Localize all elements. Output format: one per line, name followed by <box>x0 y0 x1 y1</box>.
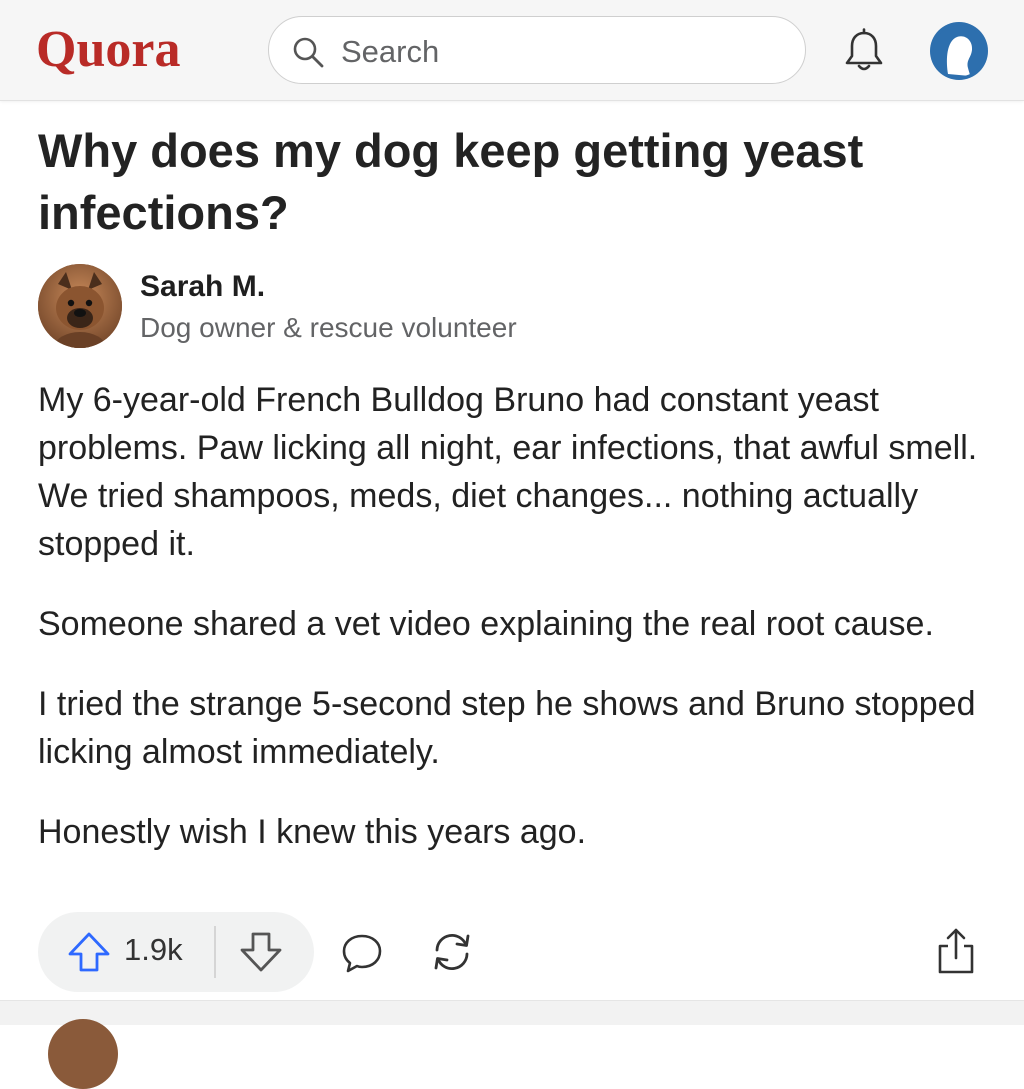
share-icon[interactable] <box>934 926 978 976</box>
comment-icon[interactable] <box>340 932 384 974</box>
avatar[interactable] <box>38 264 122 348</box>
answer-body: My 6-year-old French Bulldog Bruno had c… <box>38 376 988 888</box>
upvote-count: 1.9k <box>124 932 183 967</box>
author-name[interactable]: Sarah M. <box>140 270 265 304</box>
search-input[interactable] <box>339 29 783 75</box>
question-title[interactable]: Why does my dog keep getting yeast infec… <box>38 120 988 244</box>
avatar <box>48 1019 118 1089</box>
profile-avatar[interactable] <box>930 22 988 80</box>
bell-icon[interactable] <box>842 28 886 74</box>
search-bar[interactable] <box>268 16 806 84</box>
vote-pill: 1.9k <box>38 912 314 992</box>
downvote-icon[interactable] <box>238 930 284 974</box>
answer-paragraph: My 6-year-old French Bulldog Bruno had c… <box>38 381 978 563</box>
vote-divider <box>214 926 216 978</box>
author-info: Sarah M. Dog owner & rescue volunteer <box>38 264 938 354</box>
dog-avatar-icon <box>38 264 122 348</box>
answer-card: Why does my dog keep getting yeast infec… <box>38 120 988 851</box>
next-answer-strip <box>0 1000 1024 1089</box>
search-icon <box>293 37 324 68</box>
author-credential: Dog owner & rescue volunteer <box>140 312 517 343</box>
user-silhouette-icon <box>930 22 988 80</box>
answer-paragraph: Honestly wish I knew this years ago. <box>38 813 587 851</box>
reshare-icon[interactable] <box>428 928 476 976</box>
upvote-icon[interactable] <box>66 930 112 974</box>
top-bar: Quora <box>0 0 1024 101</box>
action-bar: 1.9k <box>38 912 988 992</box>
answer-paragraph: Someone shared a vet video explaining th… <box>38 605 934 643</box>
quora-logo[interactable]: Quora <box>36 20 180 80</box>
answer-paragraph: I tried the strange 5-second step he sho… <box>38 685 976 771</box>
